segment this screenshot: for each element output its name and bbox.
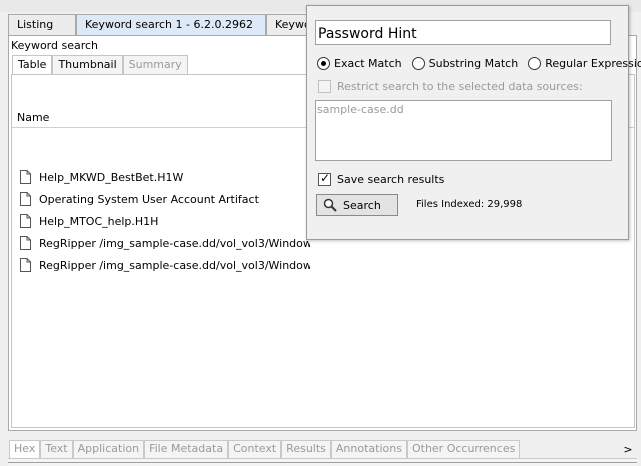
restrict-label: Restrict search to the selected data sou… xyxy=(337,80,583,93)
radio-unselected-icon[interactable] xyxy=(528,57,542,70)
tab-application[interactable]: Application xyxy=(72,440,145,458)
tab-keyword-search-1[interactable]: Keyword search 1 - 6.2.0.2962 × xyxy=(76,14,276,36)
match-type-options: Exact Match Substring Match Regular Expr… xyxy=(317,57,641,70)
file-icon xyxy=(20,214,31,228)
data-source-list[interactable]: sample-case.dd xyxy=(315,100,612,161)
tab-hex[interactable]: Hex xyxy=(9,440,41,458)
column-header-name[interactable]: Name xyxy=(17,111,49,124)
tab-annotations[interactable]: Annotations xyxy=(330,440,407,458)
search-button[interactable]: Search xyxy=(316,194,398,216)
tab-thumbnail[interactable]: Thumbnail xyxy=(52,55,123,74)
list-item: sample-case.dd xyxy=(317,103,404,116)
keyword-search-popup: Exact Match Substring Match Regular Expr… xyxy=(306,5,641,240)
row-label: Help_MKWD_BestBet.H1W xyxy=(39,170,184,184)
file-icon xyxy=(20,258,31,272)
checkbox-icon xyxy=(318,80,331,93)
tab-file-metadata[interactable]: File Metadata xyxy=(144,440,229,458)
search-button-label: Search xyxy=(343,198,381,212)
regular-expression-radio[interactable]: Regular Expression xyxy=(528,57,641,70)
table-row[interactable]: RegRipper /img_sample-case.dd/vol_vol3/W… xyxy=(20,255,310,275)
view-tabs: Table Thumbnail Summary xyxy=(12,55,188,74)
exact-match-radio[interactable]: Exact Match xyxy=(317,57,402,70)
save-results-checkbox[interactable]: Save search results xyxy=(318,171,445,186)
file-icon xyxy=(20,170,31,184)
radio-selected-icon[interactable] xyxy=(317,57,330,70)
checkbox-checked-icon[interactable] xyxy=(318,171,331,186)
table-row[interactable]: Help_MTOC_help.H1H xyxy=(20,211,310,231)
tab-results[interactable]: Results xyxy=(281,440,331,458)
file-icon xyxy=(20,192,31,206)
substring-match-label: Substring Match xyxy=(428,57,519,70)
row-label: Help_MTOC_help.H1H xyxy=(39,214,159,228)
row-label: RegRipper /img_sample-case.dd/vol_vol3/W… xyxy=(39,236,310,250)
tab-context[interactable]: Context xyxy=(228,440,282,458)
panel-title: Keyword search xyxy=(11,39,99,52)
tab-keyword-partial[interactable]: Keywo xyxy=(266,14,311,36)
tab-listing[interactable]: Listing xyxy=(8,14,76,36)
document-tabs: Listing Keyword search 1 - 6.2.0.2962 × … xyxy=(8,14,311,36)
tab-text[interactable]: Text xyxy=(40,440,73,458)
content-viewer-tabs: Hex Text Application File Metadata Conte… xyxy=(9,440,521,458)
scroll-right-icon[interactable]: > xyxy=(622,442,634,457)
tab-listing-label: Listing xyxy=(17,18,54,31)
search-input[interactable] xyxy=(315,20,611,45)
tab-table[interactable]: Table xyxy=(12,55,53,74)
restrict-data-sources-checkbox: Restrict search to the selected data sou… xyxy=(318,80,583,93)
regular-expression-label: Regular Expression xyxy=(545,57,641,70)
magnifier-icon xyxy=(323,198,337,212)
exact-match-label: Exact Match xyxy=(334,57,402,70)
save-results-label: Save search results xyxy=(337,173,445,186)
row-label: RegRipper /img_sample-case.dd/vol_vol3/W… xyxy=(39,258,310,272)
table-row[interactable]: Help_MKWD_BestBet.H1W xyxy=(20,167,310,187)
file-icon xyxy=(20,236,31,250)
table-row[interactable]: RegRipper /img_sample-case.dd/vol_vol3/W… xyxy=(20,233,310,253)
files-indexed-status: Files Indexed: 29,998 xyxy=(416,199,523,210)
tab-summary: Summary xyxy=(122,55,188,74)
tab-keyword-search-label: Keyword search 1 - 6.2.0.2962 xyxy=(85,18,253,31)
radio-unselected-icon[interactable] xyxy=(411,57,425,70)
content-viewer-divider xyxy=(8,462,637,463)
table-row[interactable]: Operating System User Account Artifact xyxy=(20,189,310,209)
row-label: Operating System User Account Artifact xyxy=(39,192,259,206)
substring-match-radio[interactable]: Substring Match xyxy=(411,57,519,70)
tab-other-occurrences[interactable]: Other Occurrences xyxy=(406,440,521,458)
